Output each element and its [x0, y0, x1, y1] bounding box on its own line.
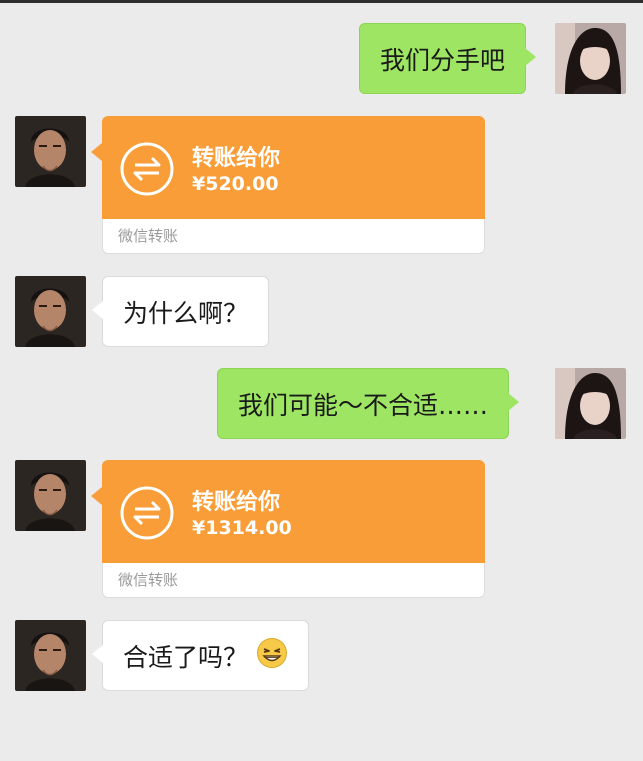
message-bubble-sent[interactable]: 我们分手吧: [359, 23, 537, 94]
message-text: 为什么啊？: [123, 298, 249, 328]
transfer-arrows-icon: [120, 486, 174, 540]
transfer-amount: ¥1314.00: [192, 517, 292, 539]
avatar-man[interactable]: [15, 116, 86, 187]
transfer-footer: 微信转账: [102, 563, 485, 598]
top-divider: [0, 0, 643, 3]
chat-window: 我们分手吧 转账给你 ¥520.00 微信转账 为什么啊？ 我们可能～不合适………: [0, 0, 643, 761]
message-text: 合适了吗？: [123, 642, 249, 672]
transfer-card[interactable]: 转账给你 ¥1314.00 微信转账: [91, 460, 485, 598]
transfer-card-header: 转账给你 ¥520.00: [91, 116, 485, 219]
transfer-arrows-icon: [120, 142, 174, 196]
transfer-footer: 微信转账: [102, 219, 485, 254]
transfer-amount: ¥520.00: [192, 173, 279, 195]
transfer-title: 转账给你: [192, 490, 281, 515]
message-text: 我们可能～不合适……: [238, 390, 489, 420]
transfer-card-header: 转账给你 ¥1314.00: [91, 460, 485, 563]
message-bubble-sent[interactable]: 我们可能～不合适……: [217, 368, 520, 439]
grinning-face-emoji: [256, 637, 288, 675]
message-bubble-received[interactable]: 为什么啊？: [91, 276, 270, 347]
transfer-card[interactable]: 转账给你 ¥520.00 微信转账: [91, 116, 485, 254]
avatar-girl[interactable]: [555, 368, 626, 439]
avatar-girl[interactable]: [555, 23, 626, 94]
message-text: 我们分手吧: [380, 45, 506, 75]
message-bubble-received[interactable]: 合适了吗？: [91, 620, 310, 691]
transfer-title: 转账给你: [192, 146, 281, 171]
avatar-man[interactable]: [15, 460, 86, 531]
avatar-man[interactable]: [15, 620, 86, 691]
avatar-man[interactable]: [15, 276, 86, 347]
